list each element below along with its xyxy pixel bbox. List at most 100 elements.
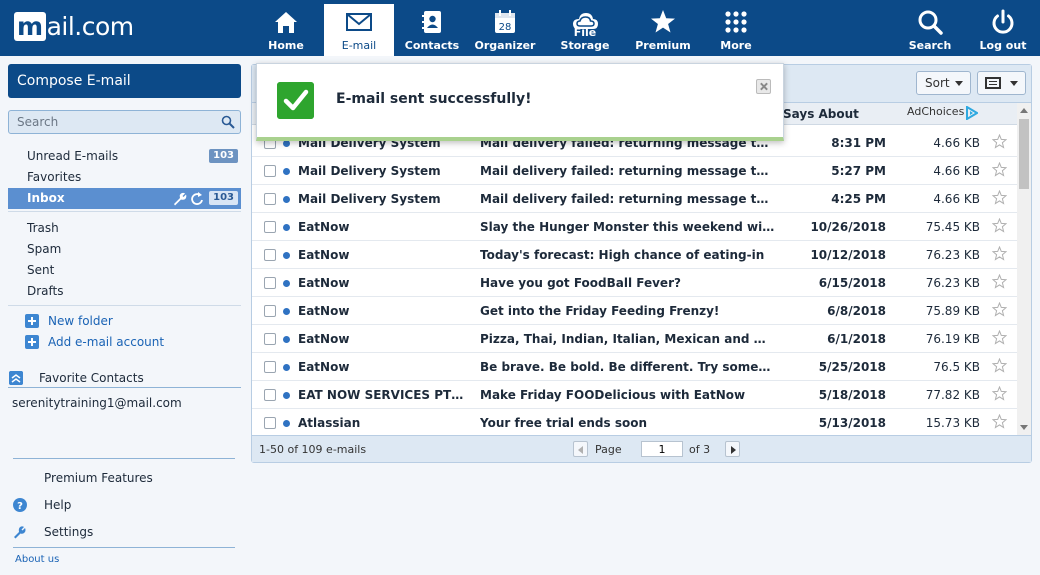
view-options-button[interactable] xyxy=(977,71,1026,95)
email-date: 8:31 PM xyxy=(831,136,886,150)
email-size: 77.82 KB xyxy=(925,388,980,402)
calendar-day: 28 xyxy=(499,22,512,33)
star-icon[interactable] xyxy=(992,274,1007,289)
logo-text: ail.com xyxy=(46,12,135,41)
page-number-input[interactable] xyxy=(641,441,683,457)
email-date: 10/26/2018 xyxy=(810,220,886,234)
help-icon: ? xyxy=(13,498,27,512)
compose-button[interactable]: Compose E-mail xyxy=(8,64,241,98)
select-checkbox[interactable] xyxy=(264,193,276,205)
email-row[interactable]: Atlassian Your free trial ends soon 5/13/2… xyxy=(252,409,1017,437)
wrench-icon[interactable] xyxy=(174,192,187,206)
star-icon[interactable] xyxy=(992,162,1007,177)
plus-icon xyxy=(25,335,39,349)
star-icon[interactable] xyxy=(992,414,1007,429)
mailcom-logo[interactable]: m ail.com xyxy=(14,12,134,44)
nav-premium[interactable]: Premium xyxy=(628,4,698,56)
nav-more-label: More xyxy=(720,39,752,52)
star-icon[interactable] xyxy=(992,358,1007,373)
email-subject: Be brave. Be bold. Be different. Try som… xyxy=(480,360,776,374)
select-checkbox[interactable] xyxy=(264,361,276,373)
folder-favorites[interactable]: Favorites xyxy=(8,167,241,188)
page-total: of 3 xyxy=(689,443,711,456)
email-date: 6/15/2018 xyxy=(818,276,886,290)
logo-initial: m xyxy=(14,12,46,41)
nav-search[interactable]: Search xyxy=(895,4,965,56)
email-size: 76.5 KB xyxy=(933,360,980,374)
select-checkbox[interactable] xyxy=(264,249,276,261)
scroll-down-arrow[interactable] xyxy=(1020,425,1028,430)
search-icon[interactable] xyxy=(221,115,235,129)
inbox-count-badge: 103 xyxy=(209,191,238,205)
scroll-up-arrow[interactable] xyxy=(1020,108,1028,113)
sort-button[interactable]: Sort xyxy=(916,71,971,95)
list-view-icon xyxy=(985,77,1001,89)
unread-dot-icon xyxy=(283,364,290,371)
previous-page-button[interactable] xyxy=(573,441,588,457)
star-icon[interactable] xyxy=(992,330,1007,345)
email-row[interactable]: Mail Delivery System Mail delivery failed… xyxy=(252,185,1017,213)
nav-organizer[interactable]: 28 Organizer xyxy=(470,4,540,56)
nav-more[interactable]: More xyxy=(701,4,771,56)
email-sender: EatNow xyxy=(298,304,350,318)
folder-spam[interactable]: Spam xyxy=(8,239,241,260)
nav-logout-label: Log out xyxy=(979,39,1027,52)
unread-dot-icon xyxy=(283,140,290,147)
star-icon[interactable] xyxy=(992,302,1007,317)
nav-email[interactable]: E-mail xyxy=(324,4,394,56)
wrench-icon xyxy=(14,526,26,539)
email-row[interactable]: EatNow Slay the Hunger Monster this weeke… xyxy=(252,213,1017,241)
email-row[interactable]: EatNow Today's forecast: High chance of e… xyxy=(252,241,1017,269)
calendar-icon: 28 xyxy=(495,10,515,33)
mail-search-input[interactable] xyxy=(9,111,209,133)
email-size: 76.23 KB xyxy=(925,248,980,262)
select-checkbox[interactable] xyxy=(264,333,276,345)
adchoices-icon[interactable] xyxy=(966,106,978,120)
nav-home[interactable]: Home xyxy=(251,4,321,56)
email-row[interactable]: EatNow Get into the Friday Feeding Frenzy… xyxy=(252,297,1017,325)
email-row[interactable]: EatNow Have you got FoodBall Fever? 6/15/2… xyxy=(252,269,1017,297)
email-row[interactable]: EAT NOW SERVICES PTY … Make Friday FOODel… xyxy=(252,381,1017,409)
folder-trash[interactable]: Trash xyxy=(8,218,241,239)
email-row[interactable]: EatNow Be brave. Be bold. Be different. T… xyxy=(252,353,1017,381)
folder-drafts[interactable]: Drafts xyxy=(8,281,241,302)
scrollbar[interactable] xyxy=(1017,103,1031,435)
email-date: 6/1/2018 xyxy=(827,332,886,346)
divider xyxy=(8,211,241,212)
select-checkbox[interactable] xyxy=(264,277,276,289)
folder-unread[interactable]: Unread E-mails 103 xyxy=(8,146,241,167)
email-date: 5/25/2018 xyxy=(818,360,886,374)
star-icon[interactable] xyxy=(992,246,1007,261)
adchoices-label[interactable]: AdChoices xyxy=(907,105,964,118)
notification-message: E-mail sent successfully! xyxy=(336,91,532,107)
star-icon[interactable] xyxy=(992,190,1007,205)
folder-label: Trash xyxy=(27,221,59,235)
folder-inbox[interactable]: Inbox 103 xyxy=(8,188,241,209)
select-checkbox[interactable] xyxy=(264,221,276,233)
about-us-link[interactable]: About us xyxy=(15,554,59,565)
email-row[interactable]: EatNow Pizza, Thai, Indian, Italian, Mexi… xyxy=(252,325,1017,353)
new-folder-link[interactable]: New folder xyxy=(25,312,113,330)
folder-sent[interactable]: Sent xyxy=(8,260,241,281)
star-icon[interactable] xyxy=(992,134,1007,149)
email-row[interactable]: Mail Delivery System Mail delivery failed… xyxy=(252,157,1017,185)
collapse-icon[interactable] xyxy=(9,371,23,385)
favorite-contact-item[interactable]: serenitytraining1@mail.com xyxy=(12,396,182,410)
select-checkbox[interactable] xyxy=(264,305,276,317)
close-notification-button[interactable] xyxy=(756,79,771,94)
next-page-button[interactable] xyxy=(725,441,740,457)
unread-dot-icon xyxy=(283,252,290,259)
unread-count-badge: 103 xyxy=(209,149,238,163)
scroll-thumb[interactable] xyxy=(1019,119,1029,189)
nav-logout[interactable]: Log out xyxy=(968,4,1038,56)
refresh-icon[interactable] xyxy=(191,192,203,205)
star-icon[interactable] xyxy=(992,218,1007,233)
nav-file-storage[interactable]: File Storage xyxy=(548,4,622,56)
add-email-account-link[interactable]: Add e-mail account xyxy=(25,333,164,351)
nav-contacts[interactable]: Contacts xyxy=(397,4,467,56)
select-checkbox[interactable] xyxy=(264,417,276,429)
star-icon[interactable] xyxy=(992,386,1007,401)
unread-dot-icon xyxy=(283,196,290,203)
select-checkbox[interactable] xyxy=(264,165,276,177)
select-checkbox[interactable] xyxy=(264,389,276,401)
